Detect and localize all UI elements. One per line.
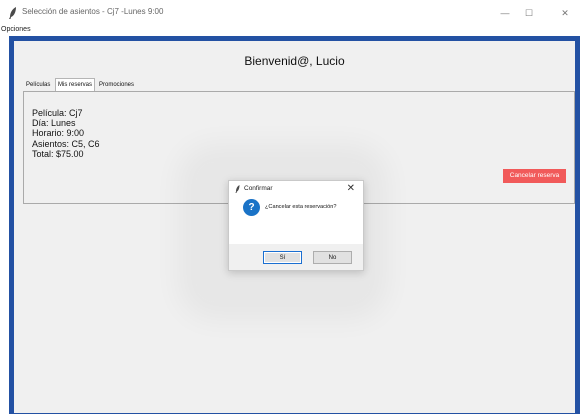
minimize-button[interactable]: — xyxy=(496,5,514,21)
close-window-button[interactable]: ✕ xyxy=(556,5,574,21)
movie-line: Película: Cj7 xyxy=(32,108,83,118)
day-line: Día: Lunes xyxy=(32,118,76,129)
yes-button[interactable]: Sí xyxy=(263,251,302,264)
question-icon: ? xyxy=(243,199,260,216)
schedule-line: Horario: 9:00 xyxy=(32,128,85,139)
reservation-info: Película: Cj7 Día: Lunes Horario: 9:00 A… xyxy=(32,108,100,159)
feather-icon xyxy=(235,185,240,193)
total-line: Total: $75.00 xyxy=(32,148,84,159)
cancel-reservation-button[interactable]: Cancelar reserva xyxy=(503,169,566,183)
dialog-titlebar: Confirmar ✕ xyxy=(229,181,363,197)
welcome-heading: Bienvenid@, Lucio xyxy=(244,54,345,68)
dialog-message: ¿Cancelar esta reservación? xyxy=(265,204,337,210)
maximize-button[interactable]: ☐ xyxy=(520,5,538,21)
no-button[interactable]: No xyxy=(313,251,352,264)
tab-mis-reservas[interactable]: Mis reservas xyxy=(55,78,96,92)
tab-peliculas[interactable]: Películas xyxy=(24,79,52,91)
feather-icon xyxy=(9,7,16,19)
dialog-close-icon[interactable]: ✕ xyxy=(347,183,355,194)
dialog-title: Confirmar xyxy=(244,185,273,192)
tab-promociones[interactable]: Promociones xyxy=(97,79,136,91)
seats-line: Asientos: C5, C6 xyxy=(32,138,100,149)
window-titlebar: Selección de asientos - Cj7 -Lunes 9:00 … xyxy=(0,0,585,26)
confirm-dialog: Confirmar ✕ ? ¿Cancelar esta reservación… xyxy=(228,180,364,271)
window-title: Selección de asientos - Cj7 -Lunes 9:00 xyxy=(22,7,164,16)
menu-bar: Opciones xyxy=(0,26,585,36)
menu-opciones[interactable]: Opciones xyxy=(1,26,31,33)
